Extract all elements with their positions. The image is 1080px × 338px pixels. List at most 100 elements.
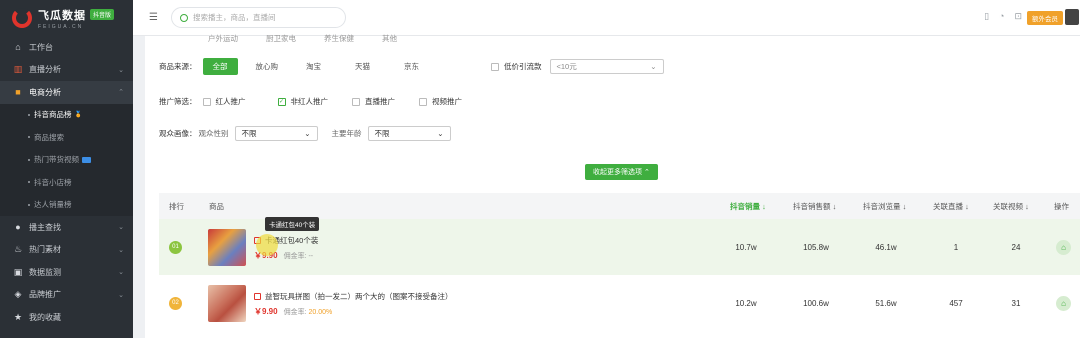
live-value[interactable]: 457: [931, 299, 981, 308]
sidebar-item-brand-promo[interactable]: ◈ 品牌推广 ⌄: [0, 284, 133, 307]
product-title[interactable]: 益智玩具拼图（拍一发二）两个大的（图案不接受备注）: [254, 291, 453, 302]
sidebar-item-workbench[interactable]: ⌂ 工作台: [0, 36, 133, 59]
bell-icon[interactable]: ◔: [999, 11, 1004, 22]
mobile-icon[interactable]: ▯: [984, 11, 989, 22]
settings-icon[interactable]: ⊡: [1014, 11, 1022, 22]
videos-value[interactable]: 24: [991, 243, 1041, 252]
menu-toggle-icon[interactable]: ☰: [149, 12, 158, 23]
brand-icon: ◈: [14, 289, 22, 300]
bar-chart-icon: ▥: [13, 64, 23, 75]
source-option[interactable]: 放心购: [256, 61, 279, 72]
category-option[interactable]: 厨卫家电: [266, 33, 296, 44]
promo-checkbox[interactable]: [419, 97, 427, 106]
chevron-down-icon: ⌄: [118, 224, 124, 232]
avatar[interactable]: [1065, 9, 1079, 25]
commission-rate: 佣金率: --: [283, 252, 314, 260]
sidebar-sub-label: 达人销量榜: [34, 200, 72, 210]
live-value[interactable]: 1: [931, 243, 981, 252]
low-price-label: 低价引流款: [504, 62, 542, 71]
sidebar-item-streamer-search[interactable]: ● 播主查找 ⌄: [0, 216, 133, 239]
source-option[interactable]: 天猫: [355, 61, 370, 72]
age-select[interactable]: 不限 ⌄: [367, 126, 451, 141]
source-option[interactable]: 淘宝: [306, 61, 321, 72]
product-name: 益智玩具拼图（拍一发二）两个大的（图案不接受备注）: [265, 292, 453, 301]
home-icon: ⌂: [15, 42, 21, 53]
low-price-checkbox[interactable]: [491, 62, 499, 71]
sidebar-item-label: 播主查找: [29, 222, 61, 232]
promo-label: 推广筛选：: [159, 97, 197, 106]
age-label: 主要年龄: [331, 129, 362, 138]
sidebar-item-data-monitor[interactable]: ▣ 数据监测 ⌄: [0, 261, 133, 284]
product-thumbnail[interactable]: [208, 228, 246, 266]
views-value: 51.6w: [875, 298, 897, 308]
source-option[interactable]: 京东: [404, 61, 419, 72]
table-row[interactable]: 02 益智玩具拼图（拍一发二）两个大的（图案不接受备注） ￥9.90 佣金率: …: [159, 275, 1080, 331]
chevron-down-icon: ⌄: [118, 246, 124, 254]
audience-filter-row: 观众画像： 观众性别 不限 ⌄ 主要年龄 不限 ⌄: [159, 126, 451, 141]
star-icon: ★: [13, 311, 23, 322]
promo-filter-row: 推广筛选： 红人推广 ✓ 非红人推广 直播推广 视频推广: [159, 96, 462, 107]
flame-icon: ♨: [13, 244, 23, 255]
sidebar-sub-label: 商品搜索: [34, 132, 64, 142]
sidebar-sub-shop-rank[interactable]: 抖音小店榜: [0, 171, 133, 194]
promo-option-label: 视频推广: [432, 97, 462, 106]
sales-value: 10.2w: [735, 298, 757, 308]
videos-value[interactable]: 31: [991, 299, 1041, 308]
low-price-select[interactable]: <10元 ⌄: [549, 59, 664, 74]
category-option[interactable]: 户外运动: [208, 33, 238, 44]
shop-bag-icon: ■: [15, 87, 21, 98]
sidebar-sub-goods-search[interactable]: 商品搜索: [0, 126, 133, 149]
category-row-cut: 户外运动 厨卫家电 养生保健 其他: [208, 33, 425, 44]
upgrade-button[interactable]: 额外会员: [1027, 11, 1063, 25]
product-info: 益智玩具拼图（拍一发二）两个大的（图案不接受备注） ￥9.90 佣金率: 20.…: [254, 291, 453, 317]
collapse-filters-button[interactable]: 收起更多筛选项 ⌃: [585, 164, 658, 180]
header-product: 商品: [209, 201, 224, 211]
cursor-highlight: [256, 234, 278, 256]
sidebar-sub-douyin-goods-rank[interactable]: 抖音商品榜 🏅: [0, 103, 133, 126]
sidebar-sub-hot-videos[interactable]: 热门带货视频: [0, 148, 133, 171]
brand-logo[interactable]: 飞瓜数据 抖音版 FEIGUA.CN: [0, 0, 133, 36]
sidebar-item-label: 数据监测: [29, 267, 61, 277]
header-videos[interactable]: 关联视频 ↓: [993, 201, 1029, 212]
monitor-icon: ▣: [13, 266, 23, 277]
product-price: ￥9.90: [254, 307, 278, 316]
header-views[interactable]: 抖音浏览量 ↓: [863, 201, 906, 212]
search-input[interactable]: 搜索播主，商品，直播间: [171, 7, 346, 28]
promo-checkbox-checked[interactable]: ✓: [277, 97, 286, 106]
chevron-down-icon: ⌄: [118, 269, 124, 277]
sidebar-item-ecommerce[interactable]: ■ 电商分析 ⌃: [0, 81, 133, 104]
sidebar-sub-influencer-rank[interactable]: 达人销量榜: [0, 193, 133, 216]
header-rank: 排行: [169, 201, 184, 211]
sidebar-item-label: 直播分析: [29, 65, 61, 75]
product-thumbnail[interactable]: [208, 284, 246, 322]
promo-checkbox[interactable]: [352, 97, 360, 106]
commission-rate: 佣金率: 20.00%: [284, 307, 333, 317]
header-revenue[interactable]: 抖音销售额 ↓: [793, 201, 836, 212]
favorite-action-icon[interactable]: ⌂: [1056, 295, 1071, 311]
chevron-down-icon: ⌄: [118, 66, 124, 74]
search-icon: [180, 13, 188, 22]
revenue-value: 105.8w: [803, 242, 829, 252]
brand-name: 飞瓜数据: [38, 9, 86, 22]
chevron-down-icon: ⌄: [437, 129, 444, 138]
sidebar-item-label: 品牌推广: [29, 290, 61, 300]
sidebar-item-favorites[interactable]: ★ 我的收藏: [0, 306, 133, 329]
header-sales[interactable]: 抖音销量 ↓: [730, 201, 766, 212]
revenue-value: 100.6w: [803, 298, 829, 308]
source-option-all[interactable]: 全部: [202, 58, 238, 75]
favorite-action-icon[interactable]: ⌂: [1056, 239, 1071, 255]
rank-badge: 02: [169, 296, 182, 310]
gender-select[interactable]: 不限 ⌄: [234, 126, 318, 141]
header-live[interactable]: 关联直播 ↓: [933, 201, 969, 212]
views-value: 46.1w: [875, 242, 897, 252]
sidebar-item-hot-material[interactable]: ♨ 热门素材 ⌄: [0, 239, 133, 262]
top-bar: ☰ 搜索播主，商品，直播间 ▯ ◔ ⊡ 额外会员: [133, 0, 1080, 36]
edition-badge: 抖音版: [90, 9, 115, 20]
audience-label: 观众画像：: [159, 129, 197, 138]
gender-value: 不限: [241, 129, 257, 138]
category-option[interactable]: 其他: [382, 33, 397, 44]
promo-checkbox[interactable]: [202, 97, 211, 106]
sidebar-item-live-analysis[interactable]: ▥ 直播分析 ⌄: [0, 59, 133, 82]
category-option[interactable]: 养生保健: [324, 33, 354, 44]
sidebar-item-label: 我的收藏: [29, 312, 61, 322]
